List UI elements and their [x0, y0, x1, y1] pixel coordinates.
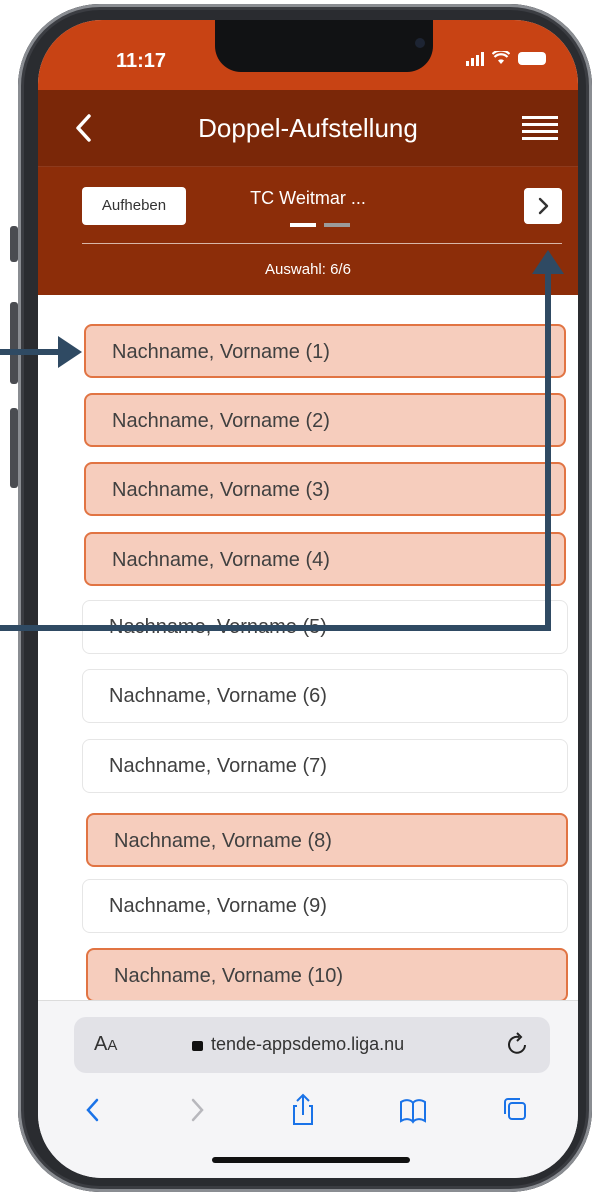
- player-row[interactable]: Nachname, Vorname (7): [82, 739, 568, 793]
- player-label: Nachname, Vorname (10): [114, 965, 344, 987]
- app-header: Doppel-Aufstellung: [38, 90, 578, 167]
- silent-switch: [10, 226, 18, 262]
- selection-count: Auswahl: 6/6: [265, 261, 351, 278]
- url-label: tende-appsdemo.liga.nu: [211, 1034, 405, 1054]
- player-row[interactable]: Nachname, Vorname (8): [86, 813, 568, 867]
- forward-icon[interactable]: [182, 1093, 212, 1127]
- share-icon[interactable]: [288, 1093, 318, 1127]
- url-text: tende-appsdemo.liga.nu: [192, 1034, 404, 1055]
- player-row[interactable]: Nachname, Vorname (1): [84, 324, 566, 378]
- player-row[interactable]: Nachname, Vorname (9): [82, 879, 568, 933]
- pager-indicator: [290, 223, 350, 227]
- player-label: Nachname, Vorname (9): [109, 895, 327, 917]
- volume-up-button: [10, 302, 18, 384]
- text-size-button[interactable]: AA: [94, 1033, 117, 1056]
- player-row[interactable]: Nachname, Vorname (3): [84, 462, 566, 516]
- text-size-label-big: A: [94, 1033, 108, 1055]
- team-name: TC Weitmar ...: [250, 188, 366, 208]
- address-bar[interactable]: AA tende-appsdemo.liga.nu: [74, 1017, 550, 1073]
- chevron-right-icon[interactable]: [524, 188, 562, 224]
- hamburger-menu-icon[interactable]: [522, 116, 558, 144]
- pager-dot: [290, 223, 316, 227]
- book-icon[interactable]: [398, 1093, 428, 1127]
- player-row[interactable]: Nachname, Vorname (10): [86, 948, 568, 1002]
- player-row[interactable]: Nachname, Vorname (4): [84, 532, 566, 586]
- status-time: 11:17: [116, 50, 167, 72]
- player-row[interactable]: Nachname, Vorname (2): [84, 393, 566, 447]
- team-subbar: Aufheben TC Weitmar ... Auswahl: 6/6: [38, 167, 578, 295]
- player-label: Nachname, Vorname (7): [109, 755, 327, 777]
- player-label: Nachname, Vorname (4): [112, 549, 330, 571]
- player-label: Nachname, Vorname (3): [112, 479, 330, 501]
- player-row[interactable]: Nachname, Vorname (5): [82, 600, 568, 654]
- player-label: Nachname, Vorname (8): [114, 830, 332, 852]
- player-label: Nachname, Vorname (5): [109, 616, 327, 638]
- status-bar: 11:17: [38, 20, 578, 90]
- browser-nav: [38, 1093, 578, 1137]
- wifi-icon: [492, 51, 510, 64]
- page-title: Doppel-Aufstellung: [198, 113, 418, 143]
- player-row[interactable]: Nachname, Vorname (6): [82, 669, 568, 723]
- phone-screen: 11:17 Doppel-Aufstellung Aufheben TC Wei…: [38, 20, 578, 1178]
- volume-down-button: [10, 408, 18, 488]
- status-icons: [466, 50, 546, 66]
- player-label: Nachname, Vorname (1): [112, 341, 330, 363]
- home-indicator: [212, 1157, 410, 1163]
- player-label: Nachname, Vorname (2): [112, 410, 330, 432]
- divider: [82, 243, 562, 244]
- lock-icon: [192, 1041, 203, 1051]
- player-label: Nachname, Vorname (6): [109, 685, 327, 707]
- tabs-icon[interactable]: [500, 1093, 530, 1127]
- camera-icon: [415, 38, 425, 48]
- text-size-label-small: A: [107, 1037, 118, 1054]
- reload-icon[interactable]: [506, 1031, 530, 1057]
- cellular-signal-icon: [466, 50, 484, 66]
- safari-toolbar: AA tende-appsdemo.liga.nu: [38, 1000, 578, 1178]
- back-icon[interactable]: [78, 1093, 108, 1127]
- pager-dot: [324, 223, 350, 227]
- battery-icon: [518, 51, 546, 65]
- aufheben-button[interactable]: Aufheben: [82, 187, 186, 225]
- notch: [215, 20, 433, 72]
